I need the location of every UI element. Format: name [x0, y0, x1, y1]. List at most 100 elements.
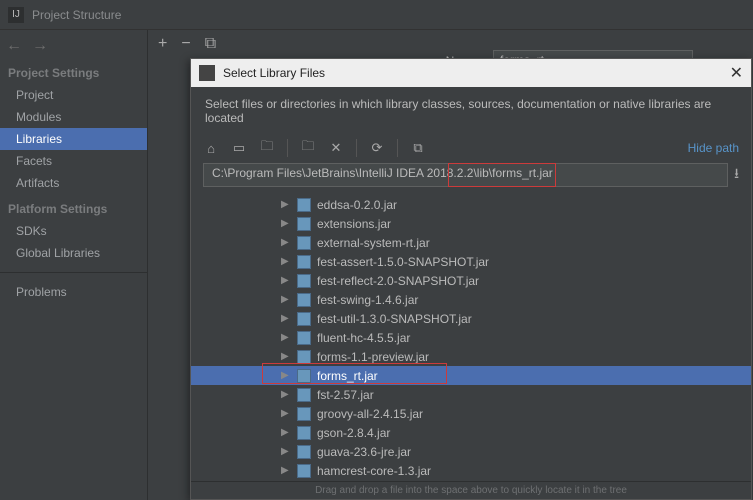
expand-icon[interactable]: ▶ — [281, 408, 291, 419]
sidebar-item-modules[interactable]: Modules — [0, 106, 147, 128]
refresh-icon[interactable]: ⟳ — [369, 140, 385, 156]
tree-row[interactable]: ▶ eddsa-0.2.0.jar — [281, 195, 751, 214]
app-icon — [199, 65, 215, 81]
file-label: fst-2.57.jar — [317, 388, 374, 402]
file-label: groovy-all-2.4.15.jar — [317, 407, 423, 421]
tree-row[interactable]: ▶ fest-assert-1.5.0-SNAPSHOT.jar — [281, 252, 751, 271]
expand-icon[interactable]: ▶ — [281, 389, 291, 400]
jar-icon — [297, 198, 311, 212]
sidebar-item-artifacts[interactable]: Artifacts — [0, 172, 147, 194]
path-input[interactable]: C:\Program Files\JetBrains\IntelliJ IDEA… — [203, 163, 728, 187]
jar-icon — [297, 293, 311, 307]
expand-icon[interactable]: ▶ — [281, 351, 291, 362]
expand-icon[interactable]: ▶ — [281, 256, 291, 267]
jar-icon — [297, 312, 311, 326]
expand-icon[interactable]: ▶ — [281, 446, 291, 457]
tree-row[interactable]: ▶ fest-swing-1.4.6.jar — [281, 290, 751, 309]
file-label: fest-reflect-2.0-SNAPSHOT.jar — [317, 274, 479, 288]
expand-icon[interactable]: ▶ — [281, 294, 291, 305]
expand-icon[interactable]: ▶ — [281, 370, 291, 381]
expand-icon[interactable]: ▶ — [281, 199, 291, 210]
sidebar: ← → Project Settings Project Modules Lib… — [0, 30, 148, 500]
separator — [356, 139, 357, 157]
file-label: external-system-rt.jar — [317, 236, 430, 250]
main-title-bar: IJ Project Structure — [0, 0, 753, 30]
jar-icon — [297, 236, 311, 250]
tree-row[interactable]: ▶ fst-2.57.jar — [281, 385, 751, 404]
jar-icon — [297, 274, 311, 288]
file-label: eddsa-0.2.0.jar — [317, 198, 397, 212]
sidebar-item-facets[interactable]: Facets — [0, 150, 147, 172]
jar-icon — [297, 445, 311, 459]
tree-row[interactable]: ▶ extensions.jar — [281, 214, 751, 233]
delete-icon[interactable]: ✕ — [328, 140, 344, 156]
expand-icon[interactable]: ▶ — [281, 427, 291, 438]
file-label: guava-23.6-jre.jar — [317, 445, 411, 459]
tree-row[interactable]: ▶ groovy-all-2.4.15.jar — [281, 404, 751, 423]
tree-row[interactable]: ▶ hamcrest-core-1.3.jar — [281, 461, 751, 480]
file-label: fluent-hc-4.5.5.jar — [317, 331, 410, 345]
sidebar-heading-platform: Platform Settings — [0, 194, 147, 220]
jar-icon — [297, 350, 311, 364]
dialog-toolbar: ⌂ ▭ 🗀 🗀 ✕ ⟳ ⧉ Hide path — [191, 133, 751, 163]
jar-icon — [297, 426, 311, 440]
dialog-title: Select Library Files — [223, 66, 325, 80]
jar-icon — [297, 217, 311, 231]
jar-icon — [297, 388, 311, 402]
dialog-info-text: Select files or directories in which lib… — [191, 87, 751, 133]
separator — [287, 139, 288, 157]
sidebar-item-project[interactable]: Project — [0, 84, 147, 106]
new-folder-icon[interactable]: 🗀 — [300, 140, 316, 156]
path-text: C:\Program Files\JetBrains\IntelliJ IDEA… — [212, 166, 553, 180]
tree-row[interactable]: ▶ fluent-hc-4.5.5.jar — [281, 328, 751, 347]
separator — [397, 139, 398, 157]
tree-row[interactable]: ▶ fest-util-1.3.0-SNAPSHOT.jar — [281, 309, 751, 328]
jar-icon — [297, 369, 311, 383]
expand-icon[interactable]: ▶ — [281, 237, 291, 248]
show-hidden-icon[interactable]: ⧉ — [410, 140, 426, 156]
remove-icon[interactable]: − — [181, 35, 190, 53]
file-label: fest-assert-1.5.0-SNAPSHOT.jar — [317, 255, 489, 269]
close-icon[interactable]: ✕ — [730, 63, 743, 83]
window-title: Project Structure — [32, 8, 121, 22]
file-label: forms_rt.jar — [317, 369, 378, 383]
drag-hint: Drag and drop a file into the space abov… — [191, 481, 751, 499]
app-icon: IJ — [8, 7, 24, 23]
hide-path-link[interactable]: Hide path — [688, 141, 739, 155]
desktop-icon[interactable]: ▭ — [231, 140, 247, 156]
dialog-title-bar: Select Library Files ✕ — [191, 59, 751, 87]
file-label: fest-util-1.3.0-SNAPSHOT.jar — [317, 312, 472, 326]
sidebar-item-global-libraries[interactable]: Global Libraries — [0, 242, 147, 264]
expand-icon[interactable]: ▶ — [281, 465, 291, 476]
expand-icon[interactable]: ▶ — [281, 313, 291, 324]
copy-icon[interactable]: ⧉ — [205, 35, 216, 53]
tree-row[interactable]: ▶ external-system-rt.jar — [281, 233, 751, 252]
sidebar-item-sdks[interactable]: SDKs — [0, 220, 147, 242]
tree-row[interactable]: ▶ gson-2.8.4.jar — [281, 423, 751, 442]
file-label: forms-1.1-preview.jar — [317, 350, 429, 364]
home-icon[interactable]: ⌂ — [203, 140, 219, 156]
expand-icon[interactable]: ▶ — [281, 218, 291, 229]
expand-icon[interactable]: ▶ — [281, 275, 291, 286]
download-icon[interactable]: ⭳ — [734, 163, 739, 187]
tree-row[interactable]: ▶ forms_rt.jar — [191, 366, 751, 385]
file-label: hamcrest-core-1.3.jar — [317, 464, 431, 478]
jar-icon — [297, 255, 311, 269]
file-tree[interactable]: ▶ eddsa-0.2.0.jar ▶ extensions.jar ▶ external… — [191, 193, 751, 481]
jar-icon — [297, 407, 311, 421]
add-icon[interactable]: + — [158, 35, 167, 53]
tree-row[interactable]: ▶ guava-23.6-jre.jar — [281, 442, 751, 461]
expand-icon[interactable]: ▶ — [281, 332, 291, 343]
file-label: extensions.jar — [317, 217, 391, 231]
forward-icon[interactable]: → — [32, 37, 48, 55]
sidebar-item-libraries[interactable]: Libraries — [0, 128, 147, 150]
back-icon[interactable]: ← — [6, 37, 22, 55]
file-label: gson-2.8.4.jar — [317, 426, 390, 440]
project-icon[interactable]: 🗀 — [259, 140, 275, 156]
tree-row[interactable]: ▶ fest-reflect-2.0-SNAPSHOT.jar — [281, 271, 751, 290]
tree-row[interactable]: ▶ forms-1.1-preview.jar — [281, 347, 751, 366]
file-label: fest-swing-1.4.6.jar — [317, 293, 418, 307]
jar-icon — [297, 331, 311, 345]
sidebar-item-problems[interactable]: Problems — [0, 281, 147, 303]
select-library-dialog: Select Library Files ✕ Select files or d… — [190, 58, 752, 500]
